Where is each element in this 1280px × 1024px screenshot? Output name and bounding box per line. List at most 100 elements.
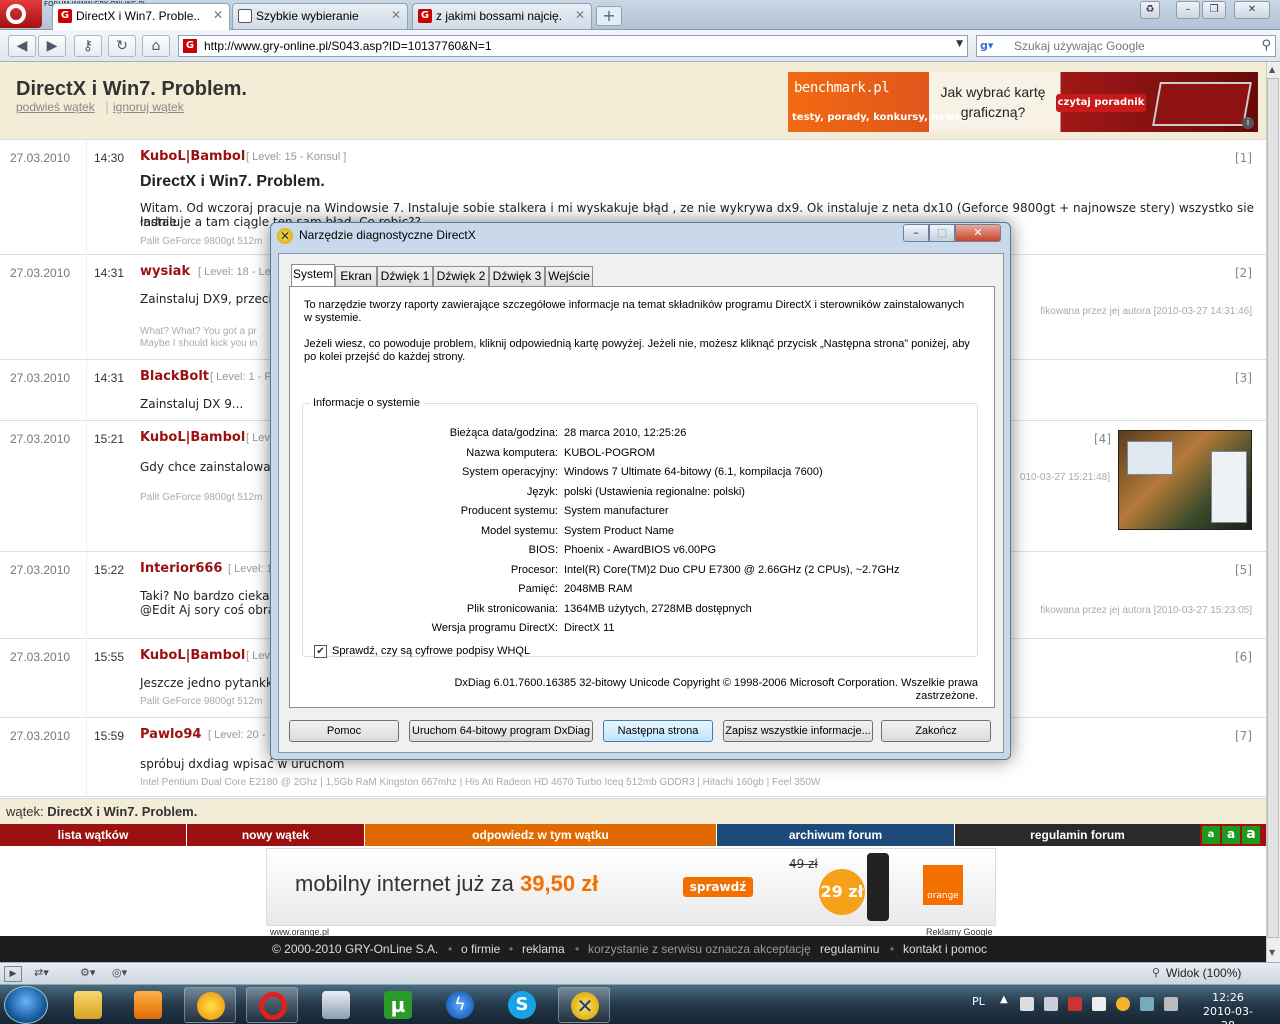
post-author[interactable]: KuboL|Bambol (140, 430, 245, 445)
show-hidden-icon[interactable]: ▲ (1000, 994, 1008, 1005)
taskbar-sun-app[interactable] (184, 987, 236, 1023)
whql-checkbox[interactable]: ✔ (314, 645, 327, 658)
promote-thread-link[interactable]: podwieś wątek (16, 100, 95, 114)
help-button[interactable]: Pomoc (289, 720, 399, 742)
unite-icon[interactable]: ⚙▾ (80, 966, 95, 982)
post-author[interactable]: BlackBolt (140, 369, 209, 384)
taskbar-opera[interactable] (246, 987, 298, 1023)
sun-tray-icon[interactable] (1116, 997, 1130, 1011)
chevron-down-icon[interactable]: ▼ (956, 39, 963, 49)
scroll-up-icon[interactable]: ▲ (1269, 65, 1275, 74)
scroll-thumb[interactable] (1267, 78, 1279, 938)
post-number[interactable]: [6] (1235, 650, 1252, 664)
text-size-small-button[interactable]: a (1202, 826, 1220, 844)
wand-key-icon[interactable]: ⚷ (74, 35, 102, 57)
tab-bosses-thread[interactable]: G z jakimi bossami najcię... ✕ (412, 3, 592, 29)
post-number[interactable]: [5] (1235, 563, 1252, 577)
post-number[interactable]: [3] (1235, 371, 1252, 385)
save-all-info-button[interactable]: Zapisz wszystkie informacje... (723, 720, 873, 742)
tab-input[interactable]: Wejście (545, 266, 593, 286)
network-icon[interactable] (1044, 997, 1058, 1011)
benchmark-banner[interactable]: benchmark.pl testy, porady, konkursy, ne… (788, 72, 1258, 132)
menu-thread-list[interactable]: lista wątków (0, 824, 186, 846)
footer-about-link[interactable]: o firmie (461, 942, 500, 956)
footer-rules-link[interactable]: regulaminu (820, 942, 879, 956)
text-size-large-button[interactable]: a (1242, 826, 1260, 844)
banner-read-button[interactable]: czytaj poradnik (1056, 94, 1146, 112)
close-tab-icon[interactable]: ✕ (575, 8, 585, 22)
home-icon[interactable]: ⌂ (142, 35, 170, 57)
exit-button[interactable]: Zakończ (881, 720, 991, 742)
turbo-icon[interactable]: ◎▾ (112, 966, 127, 982)
ad-info-icon[interactable]: i (1242, 117, 1254, 129)
tab-sound-1[interactable]: Dźwięk 1 (377, 266, 433, 286)
run-64bit-dxdiag-button[interactable]: Uruchom 64-bitowy program DxDiag (409, 720, 593, 742)
post-author[interactable]: KuboL|Bambol (140, 149, 245, 164)
scroll-down-icon[interactable]: ▼ (1269, 948, 1275, 957)
ad-check-button[interactable]: sprawdź (683, 877, 753, 897)
zoom-level[interactable]: Widok (100%) (1166, 966, 1241, 980)
language-indicator[interactable]: PL (972, 995, 985, 1008)
post-author[interactable]: wysiak (140, 264, 190, 279)
close-button[interactable]: ✕ (955, 224, 1001, 242)
start-button[interactable] (4, 986, 48, 1024)
screenshot-thumbnail[interactable] (1118, 430, 1252, 530)
ignore-thread-link[interactable]: ignoruj wątek (113, 100, 184, 114)
close-tab-icon[interactable]: ✕ (391, 8, 401, 22)
google-icon[interactable]: g▾ (980, 39, 1008, 54)
post-author[interactable]: Interior666 (140, 561, 222, 576)
menu-reply[interactable]: odpowiedz w tym wątku (364, 824, 716, 846)
volume-icon[interactable] (1164, 997, 1178, 1011)
search-icon[interactable]: ⚲ (1261, 38, 1271, 53)
taskbar-media-player[interactable] (122, 987, 174, 1023)
tab-sound-3[interactable]: Dźwięk 3 (489, 266, 545, 286)
taskbar-explorer[interactable] (62, 987, 114, 1023)
tab-sound-2[interactable]: Dźwięk 2 (433, 266, 489, 286)
new-tab-button[interactable]: + (596, 6, 622, 26)
address-text[interactable]: http://www.gry-online.pl/S043.asp?ID=101… (204, 39, 492, 53)
taskbar-utorrent[interactable]: µ (372, 987, 424, 1023)
taskbar-skype[interactable]: S (496, 987, 548, 1023)
post-author[interactable]: Pawlo94 (140, 727, 201, 742)
flag-icon[interactable] (1020, 997, 1034, 1011)
text-size-medium-button[interactable]: a (1222, 826, 1240, 844)
panel-toggle-icon[interactable]: ▶ (4, 966, 22, 982)
menu-archive[interactable]: archiwum forum (716, 824, 954, 846)
close-window-button[interactable]: ✕ (1234, 1, 1270, 19)
footer-ads-link[interactable]: reklama (522, 942, 565, 956)
taskbar-bolt-app[interactable]: ϟ (434, 987, 486, 1023)
orange-ad[interactable]: mobilny internet już za 39,50 zł sprawdź… (266, 848, 996, 926)
post-number[interactable]: [2] (1235, 266, 1252, 280)
security-icon[interactable] (1068, 997, 1082, 1011)
display-icon[interactable] (1092, 997, 1106, 1011)
tab-speed-dial[interactable]: Szybkie wybieranie ✕ (232, 3, 408, 29)
address-bar[interactable]: G http://www.gry-online.pl/S043.asp?ID=1… (178, 35, 968, 57)
reload-icon[interactable]: ↻ (108, 35, 136, 57)
post-number[interactable]: [7] (1235, 729, 1252, 743)
clock[interactable]: 12:26 2010-03-28 (1198, 991, 1258, 1024)
tab-directx-thread[interactable]: G DirectX i Win7. Proble... ✕ (52, 3, 230, 30)
dialog-title-bar[interactable]: ✕ Narzędzie diagnostyczne DirectX – □ ✕ (271, 223, 1010, 249)
forward-icon[interactable]: ▶ (38, 35, 66, 57)
restore-button[interactable]: ❐ (1202, 1, 1226, 19)
post-number[interactable]: [1] (1235, 151, 1252, 165)
sync-icon[interactable]: ⇄▾ (34, 966, 49, 982)
back-icon[interactable]: ◀ (8, 35, 36, 57)
whql-checkbox-label[interactable]: Sprawdź, czy są cyfrowe podpisy WHQL (332, 645, 530, 657)
tab-system[interactable]: System (291, 264, 335, 287)
minimize-button[interactable]: – (1176, 1, 1200, 19)
tab-display[interactable]: Ekran (335, 266, 377, 286)
trash-icon[interactable]: ♻ (1140, 1, 1160, 19)
menu-rules[interactable]: regulamin forum (954, 824, 1200, 846)
next-page-button[interactable]: Następna strona (603, 720, 713, 742)
footer-contact-link[interactable]: kontakt i pomoc (903, 942, 987, 956)
menu-new-thread[interactable]: nowy wątek (186, 824, 364, 846)
taskbar-xfire[interactable] (310, 987, 362, 1023)
search-field[interactable]: g▾ Szukaj używając Google ⚲ (976, 35, 1276, 57)
close-tab-icon[interactable]: ✕ (213, 8, 223, 22)
post-number[interactable]: [4] (1094, 432, 1111, 446)
opera-menu-button[interactable] (0, 0, 42, 28)
post-author[interactable]: KuboL|Bambol (140, 648, 245, 663)
minimize-button[interactable]: – (903, 224, 929, 242)
monitor-icon[interactable] (1140, 997, 1154, 1011)
